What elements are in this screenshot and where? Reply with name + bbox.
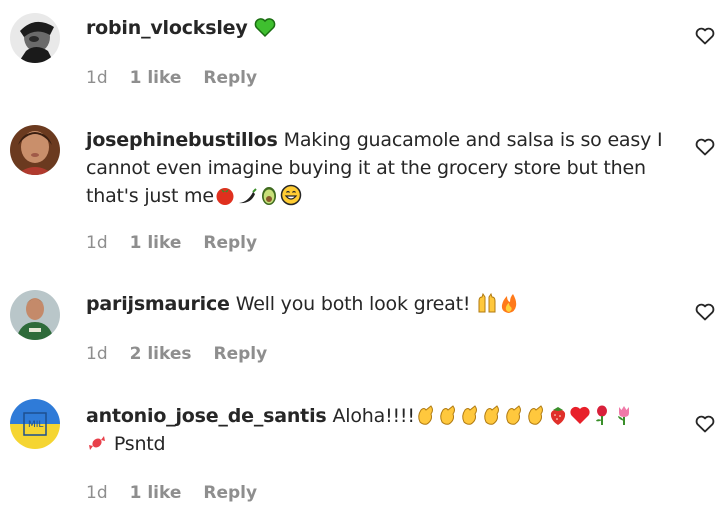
comment-josephinebustillos: josephinebustillos Making guacamole and s… [0, 110, 724, 280]
comment-body-2: Psntd [113, 433, 166, 455]
likes-count[interactable]: 2 likes [130, 344, 192, 364]
avocado-icon [258, 184, 280, 206]
avatar[interactable]: MIL [10, 399, 60, 449]
strawberry-icon [547, 404, 569, 426]
comment-text: antonio_jose_de_santis Aloha!!!! Psntd [86, 402, 676, 458]
green-heart-icon [254, 16, 276, 38]
username[interactable]: antonio_jose_de_santis [86, 405, 327, 427]
likes-count[interactable]: 1 like [130, 68, 182, 88]
heart-outline-icon[interactable] [695, 27, 715, 45]
comment-text: josephinebustillos Making guacamole and s… [86, 126, 676, 210]
likes-count[interactable]: 1 like [130, 483, 182, 503]
comment-parijsmaurice: parijsmaurice Well you both look great! 1… [0, 280, 724, 390]
comment-body: Aloha!!!! [332, 405, 415, 427]
comment-meta: 1d 2 likes Reply [86, 342, 289, 366]
comment-text: robin_vlocksley [86, 14, 676, 42]
reply-button[interactable]: Reply [203, 483, 257, 503]
red-heart-icon [569, 404, 591, 426]
avatar[interactable] [10, 13, 60, 63]
timestamp: 1d [86, 68, 108, 88]
avatar[interactable] [10, 125, 60, 175]
clapping-hands-icon [525, 404, 547, 426]
heart-outline-icon[interactable] [695, 138, 715, 156]
username[interactable]: parijsmaurice [86, 293, 230, 315]
fire-icon [498, 292, 520, 314]
clapping-hands-icon [503, 404, 525, 426]
timestamp: 1d [86, 483, 108, 503]
clapping-hands-icon [481, 404, 503, 426]
raising-hands-icon [476, 292, 498, 314]
likes-count[interactable]: 1 like [130, 233, 182, 253]
clapping-hands-icon [415, 404, 437, 426]
heart-outline-icon[interactable] [695, 303, 715, 321]
tomato-icon [214, 184, 236, 206]
reply-button[interactable]: Reply [203, 68, 257, 88]
candy-icon [86, 432, 108, 454]
reply-button[interactable]: Reply [214, 344, 268, 364]
clapping-hands-icon [437, 404, 459, 426]
reply-button[interactable]: Reply [203, 233, 257, 253]
tulip-icon [613, 404, 635, 426]
comment-meta: 1d 1 like Reply [86, 66, 279, 90]
timestamp: 1d [86, 344, 108, 364]
timestamp: 1d [86, 233, 108, 253]
comment-body: Well you both look great! [235, 293, 471, 315]
comment-meta: 1d 1 like Reply [86, 481, 279, 505]
username[interactable]: robin_vlocksley [86, 17, 248, 39]
comment-meta: 1d 1 like Reply [86, 231, 279, 255]
svg-text:MIL: MIL [28, 420, 43, 430]
comment-antonio-jose-de-santis: MIL antonio_jose_de_santis Aloha!!!! Psnt… [0, 390, 724, 503]
comment-text: parijsmaurice Well you both look great! [86, 290, 676, 318]
avatar[interactable] [10, 290, 60, 340]
grinning-face-icon [280, 184, 302, 206]
comment-robin-vlocksley: robin_vlocksley 1d 1 like Reply [0, 0, 724, 110]
rose-icon [591, 404, 613, 426]
username[interactable]: josephinebustillos [86, 129, 278, 151]
clapping-hands-icon [459, 404, 481, 426]
heart-outline-icon[interactable] [695, 415, 715, 433]
hot-pepper-icon [236, 184, 258, 206]
